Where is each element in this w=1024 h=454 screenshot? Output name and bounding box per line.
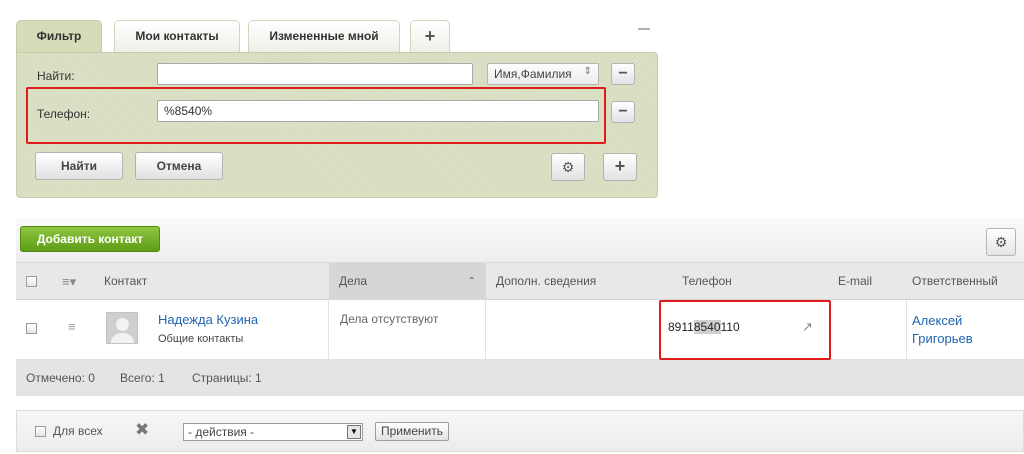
- find-field-select-value: Имя,Фамилия: [494, 67, 572, 81]
- add-field-button[interactable]: +: [603, 153, 637, 181]
- column-contact[interactable]: Контакт: [104, 263, 147, 300]
- grid-settings-button[interactable]: ⚙: [986, 228, 1016, 256]
- dropdown-arrow-icon: ▼: [347, 425, 361, 439]
- group-actions-bar: Для всех ✖ - действия - ▼ Применить: [16, 410, 1024, 452]
- grid-footer: Отмечено: 0 Всего: 1 Страницы: 1: [16, 360, 1024, 396]
- actions-select-value: - действия -: [188, 425, 255, 439]
- remove-find-row-button[interactable]: −: [611, 63, 635, 85]
- find-button[interactable]: Найти: [35, 152, 123, 180]
- cancel-button[interactable]: Отмена: [135, 152, 223, 180]
- column-extra[interactable]: Дополн. сведения: [496, 263, 596, 300]
- select-arrows-icon: ⇕: [583, 66, 592, 77]
- for-all-checkbox[interactable]: [35, 426, 46, 437]
- column-divider: [906, 300, 907, 359]
- phone-row-highlight: [26, 87, 606, 144]
- delete-x-icon[interactable]: ✖: [135, 420, 149, 440]
- find-label: Найти:: [37, 69, 75, 83]
- column-tasks[interactable]: Дела ⌃: [329, 263, 486, 300]
- grid-header: ≡▾ Контакт Дела ⌃ Дополн. сведения Телеф…: [16, 262, 1024, 300]
- responsible-link[interactable]: Алексей Григорьев: [912, 312, 1012, 348]
- gear-icon: ⚙: [994, 234, 1008, 250]
- tasks-cell: Дела отсутствуют: [340, 312, 439, 326]
- selected-count: Отмечено: 0: [26, 371, 95, 385]
- minus-icon: −: [618, 65, 628, 82]
- contact-name-link[interactable]: Надежда Кузина: [158, 312, 258, 327]
- avatar: [106, 312, 138, 344]
- contact-type: Общие контакты: [158, 333, 244, 345]
- table-row[interactable]: ≡ Надежда Кузина Общие контакты Дела отс…: [16, 300, 1024, 360]
- phone-cell-highlight: [659, 300, 831, 360]
- row-checkbox[interactable]: [26, 323, 37, 334]
- column-divider: [328, 300, 329, 359]
- minus-icon: −: [618, 103, 628, 120]
- add-contact-button[interactable]: Добавить контакт: [20, 226, 160, 252]
- remove-phone-row-button[interactable]: −: [611, 101, 635, 123]
- menu-icon[interactable]: ≡▾: [62, 263, 76, 300]
- gear-icon: ⚙: [561, 159, 575, 175]
- plus-icon: +: [614, 156, 626, 176]
- sort-up-icon: ⌃: [467, 276, 476, 287]
- row-menu-icon[interactable]: ≡: [68, 319, 76, 334]
- collapse-filter-icon[interactable]: [638, 28, 650, 30]
- tab-changed-by-me[interactable]: Измененные мной: [248, 20, 400, 52]
- tab-my-contacts[interactable]: Мои контакты: [114, 20, 240, 52]
- plus-icon: +: [424, 26, 436, 46]
- tab-filter[interactable]: Фильтр: [16, 20, 102, 53]
- column-responsible[interactable]: Ответственный: [912, 263, 998, 300]
- apply-button[interactable]: Применить: [375, 422, 449, 441]
- for-all-label: Для всех: [53, 424, 103, 438]
- filter-tabs: Фильтр Мои контакты Измененные мной +: [16, 20, 658, 53]
- find-input[interactable]: [157, 63, 473, 85]
- column-divider: [485, 300, 486, 359]
- column-tasks-label: Дела: [339, 274, 368, 288]
- add-tab-button[interactable]: +: [410, 20, 450, 52]
- column-phone[interactable]: Телефон: [682, 263, 732, 300]
- select-all-checkbox[interactable]: [26, 276, 37, 287]
- total-count: Всего: 1: [120, 371, 165, 385]
- pages-info: Страницы: 1: [192, 371, 262, 385]
- column-email[interactable]: E-mail: [838, 263, 872, 300]
- find-field-select[interactable]: Имя,Фамилия ⇕: [487, 63, 599, 85]
- actions-select[interactable]: - действия - ▼: [183, 423, 363, 441]
- grid-toolbar: Добавить контакт ⚙: [16, 218, 1024, 262]
- filter-settings-button[interactable]: ⚙: [551, 153, 585, 181]
